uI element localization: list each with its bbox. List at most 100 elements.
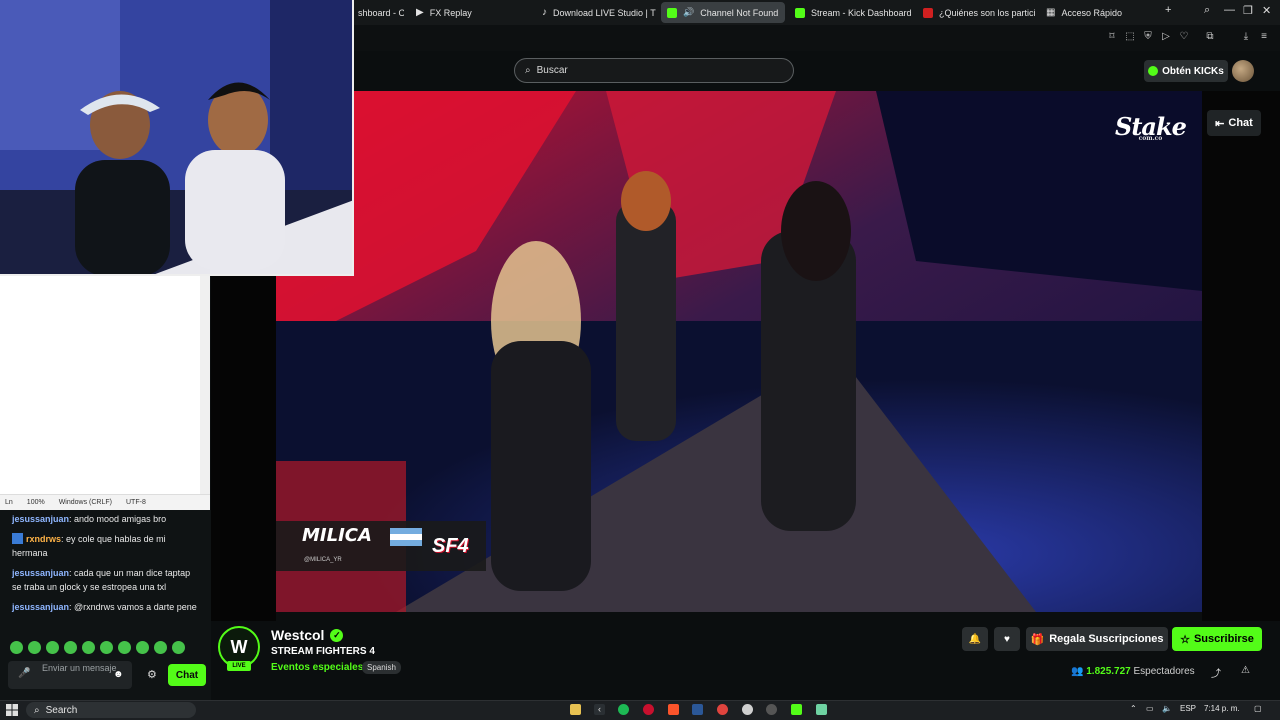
file-explorer-icon[interactable] [570,704,581,715]
volume-icon[interactable]: 🔈 [1162,704,1172,713]
emote-icon[interactable] [100,641,113,654]
follow-button[interactable]: ♥ [994,627,1020,651]
notepad-scrollbar[interactable] [200,276,210,494]
search-input[interactable]: ⌕ Buscar [514,58,794,83]
notifications-button[interactable]: 🔔 [962,627,988,651]
new-tab-button[interactable]: + [1165,4,1171,16]
clock[interactable]: 7:14 p. m. [1204,704,1240,713]
search-icon: ⌕ [34,704,40,716]
app-icon[interactable]: ‹ [594,704,605,715]
obs-icon[interactable] [766,704,777,715]
windows-start-icon[interactable] [6,704,18,716]
verified-icon: ✓ [330,628,344,642]
gift-icon: 🎁 [1030,633,1045,646]
notepad-window[interactable] [0,276,210,510]
stream-title: STREAM FIGHTERS 4 [271,646,375,657]
taskbar-search[interactable]: ⌕ Search [26,702,196,718]
tab-channel-not-found[interactable]: 🔊 Channel Not Found [661,2,785,23]
user-avatar[interactable] [1232,60,1254,82]
search-tabs-icon[interactable]: ⌕ [1204,4,1210,17]
stake-logo: Stake com.co [1115,112,1187,142]
minimize-icon[interactable]: — [1224,4,1235,16]
chat-settings-icon[interactable]: ⚙ [147,668,157,681]
video-player[interactable]: MILICA @MILICA_YR SF4 [276,91,1202,612]
emote-icon[interactable] [172,641,185,654]
tab-live-studio[interactable]: ♪ Download LIVE Studio | T [536,2,656,23]
notepad-status-bar: Ln 100% Windows (CRLF) UTF-8 [0,494,210,510]
brave-icon[interactable] [668,704,679,715]
recorder-icon[interactable] [717,704,728,715]
notepad-icon[interactable] [816,704,827,715]
tab-quienes-son[interactable]: ¿Quiénes son los partici [917,2,1041,23]
news-icon [923,7,933,18]
chat-message: jesussanjuan: @rxndrws vamos a darte pen… [12,602,197,612]
share-icon[interactable]: ⤴ [1211,665,1221,680]
display-icon[interactable]: ▭ [1146,704,1154,713]
bookmark-icon[interactable]: ⌑ [1106,31,1118,43]
argentina-flag-icon [390,528,422,546]
player-handle-overlay: @MILICA_YR [304,557,342,563]
live-badge: LIVE [227,661,251,671]
download-icon[interactable]: ⤓ [1240,31,1252,43]
get-kicks-button[interactable]: Obtén KICKs [1144,60,1228,82]
channel-name[interactable]: Westcol ✓ [271,627,344,643]
webcam-overlay [0,0,354,276]
heart-icon[interactable]: ♡ [1178,31,1190,43]
emote-icon[interactable] [28,641,41,654]
play-icon[interactable]: ▷ [1160,31,1172,43]
video-letterbox-right [1202,91,1280,621]
tab-kick-dashboard[interactable]: Stream - Kick Dashboard [789,2,917,23]
close-icon[interactable]: ✕ [1262,4,1271,17]
input-language[interactable]: ESP [1180,704,1196,713]
badge-icon [12,533,23,544]
tab-dashboard[interactable]: shboard - Or [352,2,404,23]
kick-icon[interactable] [791,704,802,715]
emote-icon[interactable] [10,641,23,654]
bell-icon: 🔔 [968,633,982,645]
language-tag[interactable]: Spanish [362,661,401,674]
star-icon: ☆ [1180,633,1190,646]
emote-icon[interactable] [46,641,59,654]
webcam-frame [0,0,352,274]
player-name-overlay: MILICA [302,525,372,546]
kick-icon [795,7,805,18]
viewers-icon: 👥 [1071,666,1084,677]
extensions-icon[interactable]: ⧉ [1204,31,1216,43]
report-icon[interactable]: ⚠ [1241,665,1250,676]
shield-icon[interactable]: ⛨ [1142,31,1154,43]
emote-icon[interactable] [136,641,149,654]
viewer-count: 👥 1.825.727 Espectadores [1071,666,1195,677]
emote-icon[interactable] [82,641,95,654]
chat-message: rxndrws: ey cole que hablas de mi herman… [12,533,166,558]
kick-coin-icon [1148,66,1159,76]
chatgpt-icon[interactable] [742,704,753,715]
tiktok-icon: ♪ [542,7,547,18]
search-icon: ⌕ [525,65,531,76]
gift-subs-button[interactable]: 🎁 Regala Suscripciones [1026,627,1168,651]
tab-acceso-rapido[interactable]: ▦ Acceso Rápido [1040,2,1150,23]
kick-icon [667,7,677,18]
tray-chevron-icon[interactable]: ⌃ [1130,704,1137,713]
opera-icon[interactable] [643,704,654,715]
stream-category[interactable]: Eventos especiales [271,662,363,673]
toggle-chat-button[interactable]: ⇤ Chat [1207,110,1261,136]
send-chat-button[interactable]: Chat [168,664,206,686]
restore-icon[interactable]: ❐ [1243,4,1253,17]
collapse-icon: ⇤ [1215,117,1225,130]
event-logo-overlay: SF4 [432,535,469,557]
grid-icon: ▦ [1046,7,1056,18]
emote-icon[interactable] [64,641,77,654]
microphone-icon[interactable]: 🎤 [18,668,30,682]
menu-icon[interactable]: ≡ [1258,31,1270,43]
screen: shboard - Or ▶ FX Replay ♪ Download LIVE… [0,0,1280,720]
tab-fx-replay[interactable]: ▶ FX Replay [410,2,530,23]
emoji-picker-icon[interactable]: ☻ [113,669,124,680]
subscribe-button[interactable]: ☆ Suscribirse [1172,627,1262,651]
emote-icon[interactable] [154,641,167,654]
notifications-icon[interactable]: ▢ [1254,704,1262,713]
spotify-icon[interactable] [618,704,629,715]
kick-header [354,51,1280,91]
screenshot-icon[interactable]: ⬚ [1124,31,1136,43]
word-icon[interactable] [692,704,703,715]
emote-icon[interactable] [118,641,131,654]
